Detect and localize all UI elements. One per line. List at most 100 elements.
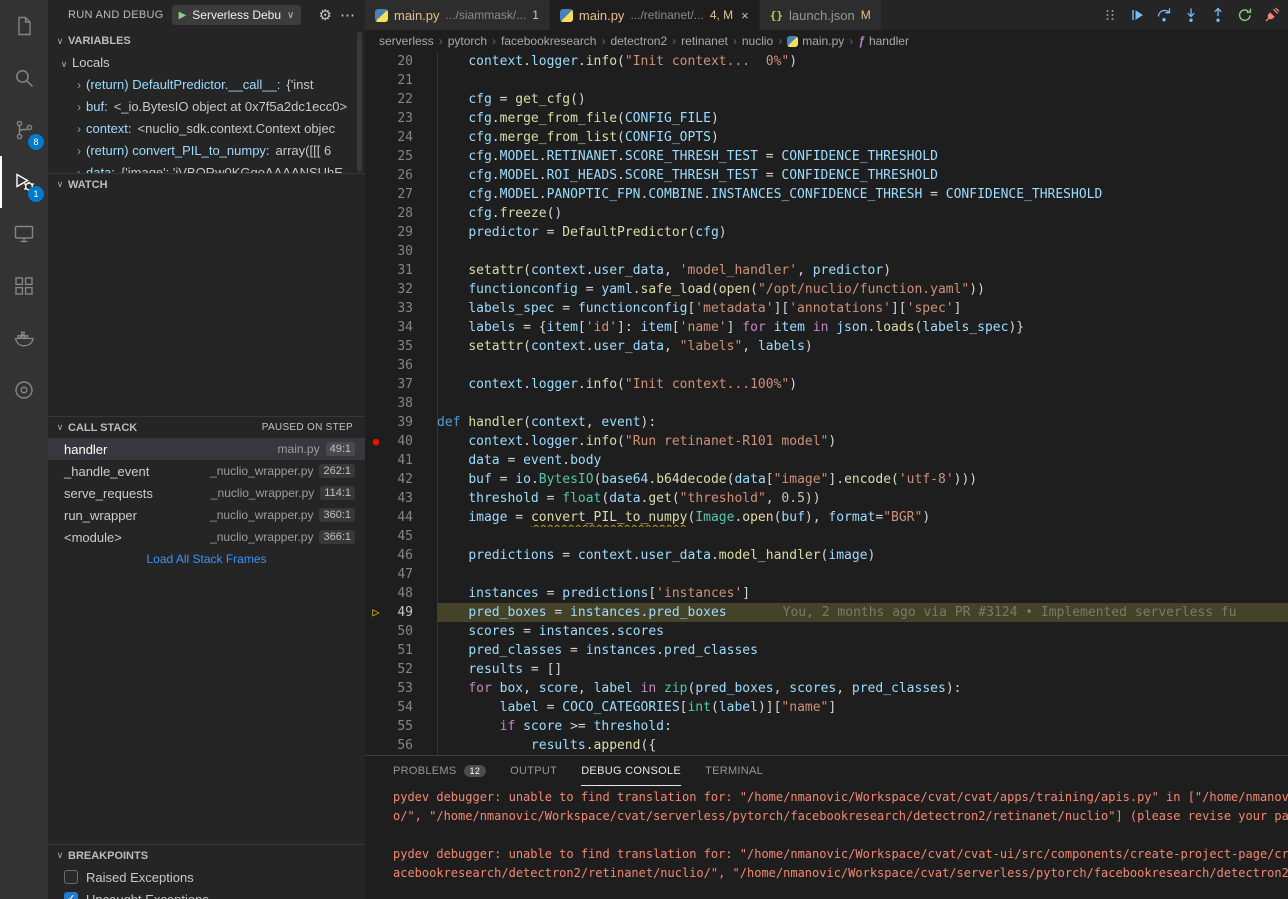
- code-text[interactable]: image = convert_PIL_to_numpy(Image.open(…: [437, 508, 1288, 527]
- glyph-margin[interactable]: [365, 128, 387, 147]
- glyph-margin[interactable]: [365, 489, 387, 508]
- watch-section-header[interactable]: ∨ WATCH: [48, 173, 365, 195]
- glyph-margin[interactable]: [365, 71, 387, 90]
- code-text[interactable]: predictions = context.user_data.model_ha…: [437, 546, 1288, 565]
- code-text[interactable]: predictor = DefaultPredictor(cfg): [437, 223, 1288, 242]
- breadcrumb-item[interactable]: pytorch: [448, 34, 487, 48]
- stack-frame[interactable]: <module>_nuclio_wrapper.py366:1: [48, 526, 365, 548]
- variable-row[interactable]: ›buf:<_io.BytesIO object at 0x7f5a2dc1ec…: [48, 96, 365, 118]
- stack-frame[interactable]: serve_requests_nuclio_wrapper.py114:1: [48, 482, 365, 504]
- code-text[interactable]: scores = instances.scores: [437, 622, 1288, 641]
- glyph-margin[interactable]: [365, 185, 387, 204]
- checkbox[interactable]: [64, 870, 78, 884]
- activity-item-run-and-debug[interactable]: 1: [0, 156, 48, 208]
- code-text[interactable]: context.logger.info("Init context...100%…: [437, 375, 1288, 394]
- code-text[interactable]: labels = {item['id']: item['name'] for i…: [437, 318, 1288, 337]
- activity-item-remote-explorer[interactable]: [0, 208, 48, 260]
- code-editor[interactable]: 20 context.logger.info("Init context... …: [365, 52, 1288, 755]
- activity-item-search[interactable]: [0, 52, 48, 104]
- glyph-margin[interactable]: [365, 508, 387, 527]
- editor-tab[interactable]: main.py.../retinanet/...4, M×: [550, 0, 760, 30]
- glyph-margin[interactable]: [365, 451, 387, 470]
- glyph-margin[interactable]: [365, 52, 387, 71]
- code-text[interactable]: [437, 394, 1288, 413]
- code-text[interactable]: for box, score, label in zip(pred_boxes,…: [437, 679, 1288, 698]
- glyph-margin[interactable]: [365, 204, 387, 223]
- breadcrumb-item[interactable]: facebookresearch: [501, 34, 596, 48]
- editor-tab[interactable]: {}launch.jsonM: [760, 0, 882, 30]
- code-text[interactable]: context.logger.info("Run retinanet-R101 …: [437, 432, 1288, 451]
- code-text[interactable]: buf = io.BytesIO(base64.b64decode(data["…: [437, 470, 1288, 489]
- breadcrumb-item[interactable]: nuclio: [742, 34, 773, 48]
- editor-tab[interactable]: main.py.../siammask/...1: [365, 0, 550, 30]
- glyph-margin[interactable]: [365, 166, 387, 185]
- step-over-icon[interactable]: [1156, 7, 1172, 23]
- code-text[interactable]: cfg = get_cfg(): [437, 90, 1288, 109]
- panel-tab-problems[interactable]: PROBLEMS12: [393, 756, 486, 786]
- code-text[interactable]: cfg.freeze(): [437, 204, 1288, 223]
- glyph-margin[interactable]: [365, 337, 387, 356]
- gripper-icon[interactable]: [1102, 7, 1118, 23]
- debug-config-picker[interactable]: ▶ Serverless Debu ∨: [172, 5, 302, 25]
- code-text[interactable]: [437, 71, 1288, 90]
- code-text[interactable]: data = event.body: [437, 451, 1288, 470]
- code-text[interactable]: cfg.merge_from_file(CONFIG_FILE): [437, 109, 1288, 128]
- code-text[interactable]: [437, 565, 1288, 584]
- code-text[interactable]: functionconfig = yaml.safe_load(open("/o…: [437, 280, 1288, 299]
- code-text[interactable]: [437, 356, 1288, 375]
- debug-console-output[interactable]: pydev debugger: unable to find translati…: [393, 788, 1288, 899]
- breakpoints-section-header[interactable]: ∨ BREAKPOINTS: [48, 844, 365, 866]
- activity-item-extensions[interactable]: [0, 260, 48, 312]
- glyph-margin[interactable]: [365, 679, 387, 698]
- variables-scrollbar[interactable]: [357, 32, 362, 172]
- glyph-margin[interactable]: [365, 527, 387, 546]
- stack-frame[interactable]: _handle_event_nuclio_wrapper.py262:1: [48, 460, 365, 482]
- activity-item-docker[interactable]: [0, 312, 48, 364]
- stack-frame[interactable]: run_wrapper_nuclio_wrapper.py360:1: [48, 504, 365, 526]
- code-text[interactable]: context.logger.info("Init context... 0%"…: [437, 52, 1288, 71]
- glyph-margin[interactable]: [365, 641, 387, 660]
- call-stack-section-header[interactable]: ∨ CALL STACK PAUSED ON STEP: [48, 416, 365, 438]
- activity-item-source-control[interactable]: 8: [0, 104, 48, 156]
- stack-frame[interactable]: handlermain.py49:1: [48, 438, 365, 460]
- code-text[interactable]: [437, 242, 1288, 261]
- glyph-margin[interactable]: [365, 109, 387, 128]
- activity-item-explorer[interactable]: [0, 0, 48, 52]
- code-text[interactable]: setattr(context.user_data, "labels", lab…: [437, 337, 1288, 356]
- code-text[interactable]: pred_boxes = instances.pred_boxesYou, 2 …: [437, 603, 1288, 622]
- glyph-margin[interactable]: [365, 375, 387, 394]
- breadcrumb-item[interactable]: serverless: [379, 34, 434, 48]
- code-text[interactable]: pred_classes = instances.pred_classes: [437, 641, 1288, 660]
- glyph-margin[interactable]: [365, 413, 387, 432]
- close-tab-icon[interactable]: ×: [741, 8, 749, 23]
- breakpoint-row[interactable]: Raised Exceptions: [48, 866, 365, 888]
- more-actions-icon[interactable]: ⋯: [340, 6, 355, 24]
- step-into-icon[interactable]: [1183, 7, 1199, 23]
- code-text[interactable]: cfg.MODEL.PANOPTIC_FPN.COMBINE.INSTANCES…: [437, 185, 1288, 204]
- code-text[interactable]: threshold = float(data.get("threshold", …: [437, 489, 1288, 508]
- variable-row[interactable]: ›(return) convert_PIL_to_numpy:array([[[…: [48, 140, 365, 162]
- code-text[interactable]: results = []: [437, 660, 1288, 679]
- glyph-margin[interactable]: [365, 223, 387, 242]
- code-text[interactable]: setattr(context.user_data, 'model_handle…: [437, 261, 1288, 280]
- glyph-margin[interactable]: [365, 242, 387, 261]
- code-text[interactable]: labels_spec = functionconfig['metadata']…: [437, 299, 1288, 318]
- panel-tab-debug-console[interactable]: DEBUG CONSOLE: [581, 756, 681, 786]
- restart-icon[interactable]: [1237, 7, 1253, 23]
- breakpoint-icon[interactable]: ●: [365, 432, 387, 451]
- glyph-margin[interactable]: [365, 394, 387, 413]
- glyph-margin[interactable]: [365, 622, 387, 641]
- glyph-margin[interactable]: [365, 280, 387, 299]
- glyph-margin[interactable]: [365, 470, 387, 489]
- code-text[interactable]: label = COCO_CATEGORIES[int(label)]["nam…: [437, 698, 1288, 717]
- glyph-margin[interactable]: [365, 584, 387, 603]
- code-text[interactable]: cfg.MODEL.ROI_HEADS.SCORE_THRESH_TEST = …: [437, 166, 1288, 185]
- breadcrumb-item[interactable]: detectron2: [610, 34, 667, 48]
- glyph-margin[interactable]: [365, 147, 387, 166]
- activity-item-test-explorer[interactable]: [0, 364, 48, 416]
- glyph-margin[interactable]: [365, 318, 387, 337]
- glyph-margin[interactable]: [365, 698, 387, 717]
- glyph-margin[interactable]: [365, 565, 387, 584]
- glyph-margin[interactable]: [365, 90, 387, 109]
- variable-row[interactable]: ›(return) DefaultPredictor.__call__:{'in…: [48, 74, 365, 96]
